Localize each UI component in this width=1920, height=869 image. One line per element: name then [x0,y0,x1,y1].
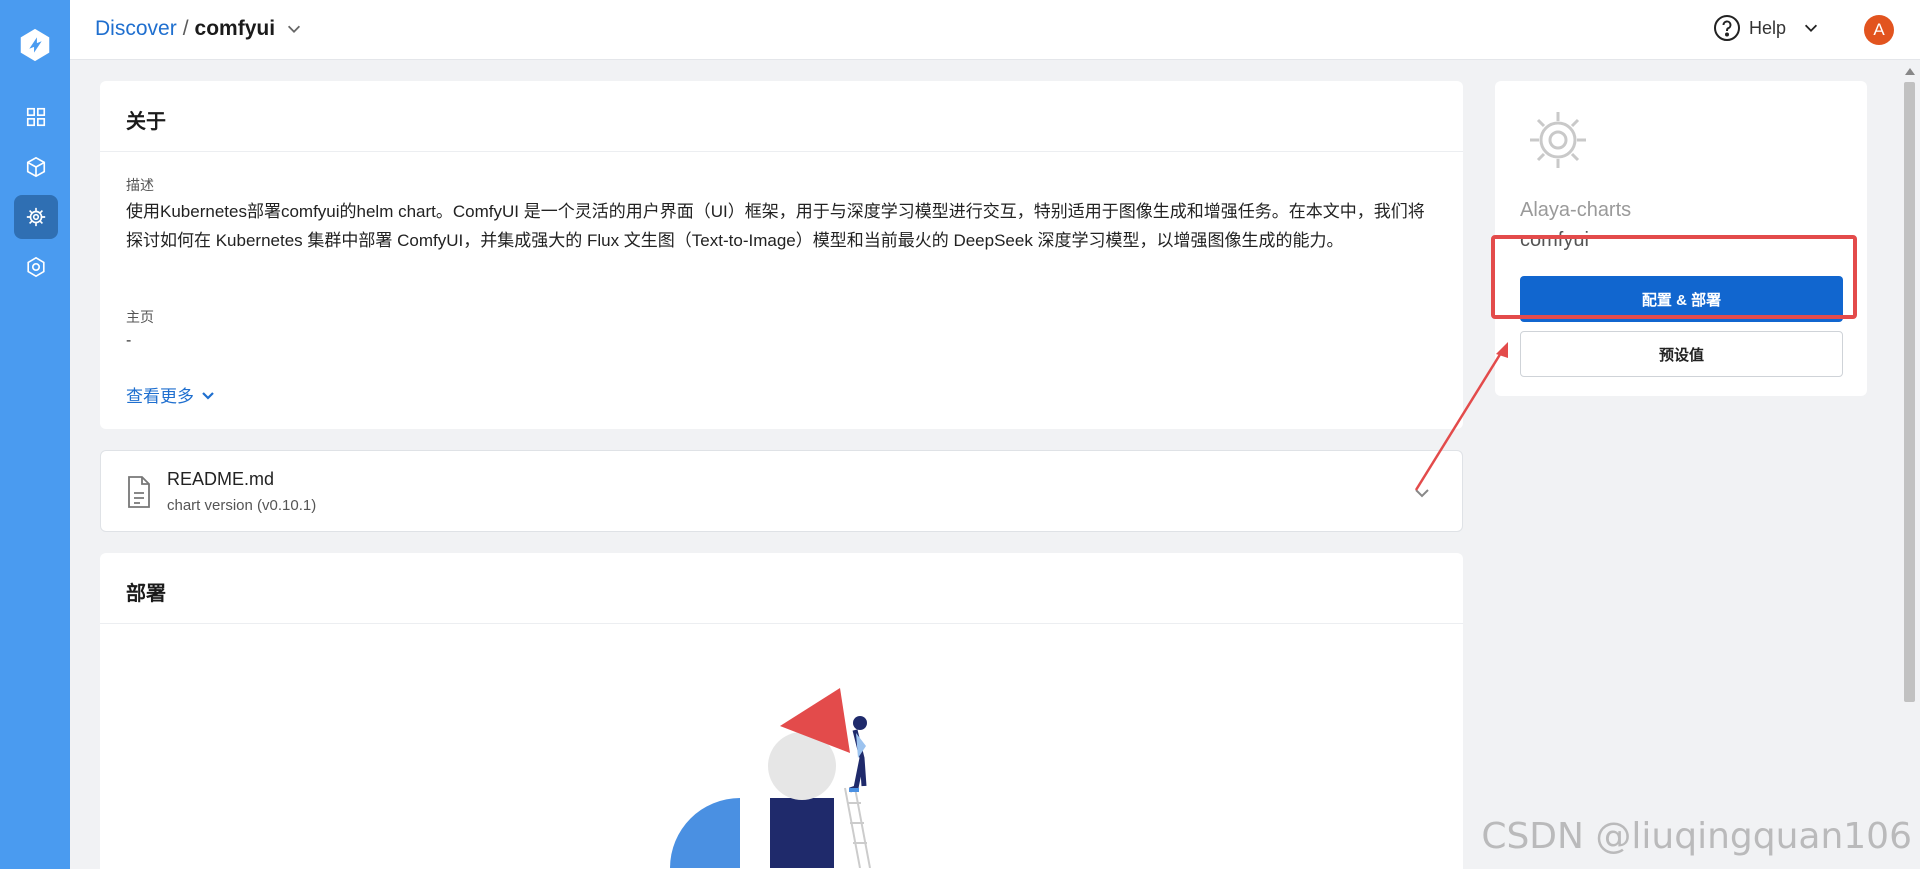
about-card: 关于 描述 使用Kubernetes部署comfyui的helm chart。C… [100,81,1463,429]
readme-filename: README.md [167,469,275,489]
deploy-card: 部署 [100,553,1463,869]
repository-name: Alaya-charts [1520,199,1632,221]
sidebar-item-packages[interactable] [14,145,58,189]
top-bar: Discover / comfyui Help A [70,0,1920,60]
helm-icon [26,207,46,227]
breadcrumb-discover-link[interactable]: Discover [95,17,177,41]
description-text: 使用Kubernetes部署comfyui的helm chart。ComfyUI… [126,202,1425,250]
scroll-thumb[interactable] [1904,82,1915,702]
chevron-down-icon [202,391,214,400]
preset-values-button[interactable]: 预设值 [1520,331,1843,377]
watermark: CSDN @liuqingquan106 [1481,816,1912,857]
homepage-label: 主页 [126,309,154,325]
sidebar-item-dashboard[interactable] [14,95,58,139]
empty-state-illustration [670,688,871,868]
highlight-box [1491,235,1857,319]
description-label: 描述 [126,177,154,193]
avatar[interactable]: A [1864,15,1894,45]
help-label: Help [1748,17,1786,38]
package-icon [26,156,46,178]
breadcrumb-current: comfyui [194,17,276,40]
dashboard-icon [26,107,46,127]
sidebar-item-settings[interactable] [14,245,58,289]
helm-icon [1530,112,1586,168]
show-more-link[interactable]: 查看更多 [126,382,216,407]
sidebar-item-helm[interactable] [14,195,58,239]
help-circle-icon [1713,15,1740,41]
chart-version: chart version (v0.10.1) [167,497,317,514]
chevron-down-icon [1804,24,1818,32]
document-icon [128,476,150,508]
app-logo-icon[interactable] [16,26,54,64]
chevron-down-icon[interactable] [285,20,303,38]
deploy-title: 部署 [100,553,1463,624]
scrollbar[interactable] [1900,66,1920,869]
breadcrumb-separator: / [182,17,189,40]
scroll-up-arrow-icon[interactable] [1905,68,1915,75]
show-more-label: 查看更多 [126,387,194,406]
annotation-arrow [1414,342,1508,491]
help-menu[interactable]: Help [1713,14,1820,42]
about-title: 关于 [100,81,1463,152]
sidebar [0,0,70,869]
breadcrumb: Discover / comfyui [95,17,303,41]
settings-icon [27,256,45,278]
readme-panel[interactable]: README.md chart version (v0.10.1) [100,450,1463,532]
homepage-value: - [126,332,132,349]
